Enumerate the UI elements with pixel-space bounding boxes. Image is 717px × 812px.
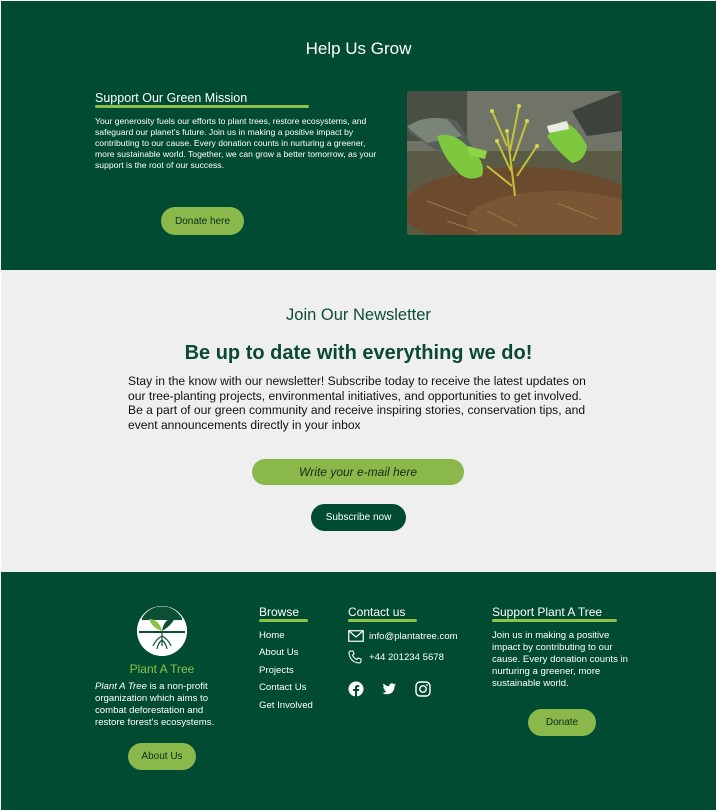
support-heading: Support Plant A Tree	[492, 605, 603, 619]
phone-icon	[348, 650, 364, 664]
page: Help Us Grow Support Our Green Mission Y…	[1, 1, 716, 810]
donate-here-button[interactable]: Donate here	[161, 207, 244, 235]
newsletter-headline: Be up to date with everything we do!	[184, 342, 533, 364]
support-underline	[492, 619, 617, 622]
mission-text: Your generosity fuels our efforts to pla…	[95, 116, 377, 170]
brand-name: Plant A Tree	[129, 662, 195, 676]
contact-phone[interactable]: +44 201234 5678	[369, 652, 444, 663]
newsletter-body: Stay in the know with our newsletter! Su…	[128, 374, 586, 432]
support-text: Join us in making a positive impact by c…	[492, 630, 628, 689]
donate-button[interactable]: Donate	[528, 709, 596, 736]
footer: Plant A Tree Plant A Tree is a non-profi…	[1, 573, 716, 810]
browse-link-contact-us[interactable]: Contact Us	[259, 682, 313, 699]
newsletter-section: Join Our Newsletter Be up to date with e…	[1, 270, 716, 572]
email-input[interactable]	[252, 459, 464, 485]
mission-heading: Support Our Green Mission	[95, 91, 248, 105]
brand-name-italic: Plant A Tree	[95, 681, 147, 692]
contact-phone-row[interactable]: +44 201234 5678	[348, 650, 444, 664]
twitter-icon[interactable]	[381, 681, 397, 697]
browse-link-projects[interactable]: Projects	[259, 665, 313, 682]
envelope-icon	[348, 629, 364, 643]
brand-description: Plant A Tree is a non-profit organizatio…	[95, 681, 233, 729]
help-us-grow-section: Help Us Grow Support Our Green Mission Y…	[1, 1, 716, 269]
tree-logo-icon[interactable]	[137, 606, 187, 656]
browse-heading: Browse	[259, 605, 300, 619]
contact-email-row[interactable]: info@plantatree.com	[348, 629, 458, 643]
facebook-icon[interactable]	[348, 681, 364, 697]
about-us-button[interactable]: About Us	[128, 743, 196, 770]
browse-list: Home About Us Projects Contact Us Get In…	[259, 630, 313, 717]
browse-link-about-us[interactable]: About Us	[259, 647, 313, 664]
planting-photo	[407, 91, 622, 235]
browse-link-home[interactable]: Home	[259, 630, 313, 647]
contact-heading: Contact us	[348, 605, 406, 619]
contact-email[interactable]: info@plantatree.com	[369, 631, 458, 642]
newsletter-title: Join Our Newsletter	[286, 306, 431, 324]
subscribe-button[interactable]: Subscribe now	[311, 504, 406, 531]
mission-underline	[95, 105, 309, 108]
contact-underline	[348, 619, 417, 622]
section-title: Help Us Grow	[305, 39, 412, 58]
browse-link-get-involved[interactable]: Get Involved	[259, 700, 313, 717]
instagram-icon[interactable]	[415, 681, 431, 697]
browse-underline	[259, 619, 308, 622]
